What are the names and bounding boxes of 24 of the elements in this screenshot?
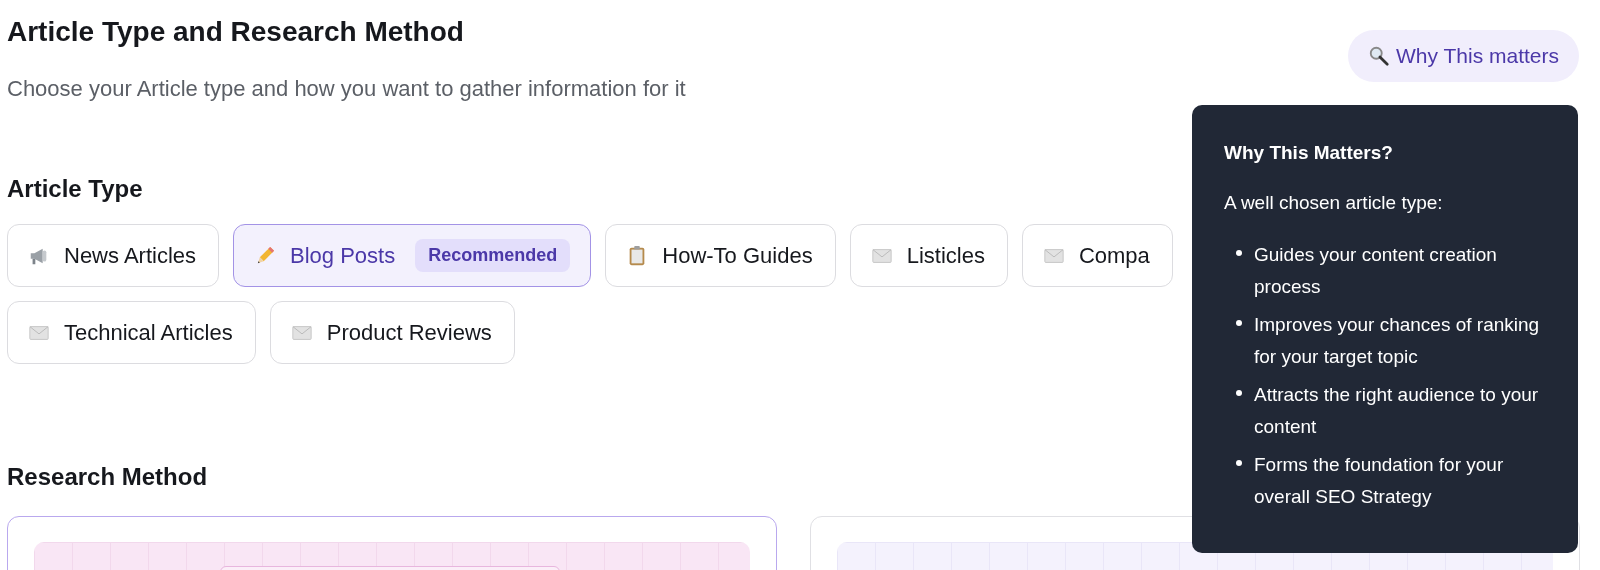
- article-type-option[interactable]: Product Reviews: [269, 301, 515, 364]
- tooltip-point: Forms the foundation for your overall SEO Strategy: [1254, 453, 1505, 509]
- article-type-option[interactable]: How-To Guides: [605, 224, 836, 287]
- article-type-option[interactable]: Compa: [1021, 224, 1173, 287]
- bullet-icon: [1236, 320, 1242, 326]
- search-icon: [1368, 45, 1390, 67]
- section-heading: Article Type: [7, 174, 143, 204]
- section-heading: Research Method: [7, 462, 208, 492]
- page-title: Article Type and Research Method: [7, 16, 465, 48]
- article-type-option[interactable]: News Articles: [7, 224, 220, 287]
- bullet-icon: [1236, 250, 1242, 256]
- bullet-icon: [1236, 390, 1242, 396]
- tooltip-point: Guides your content creation process: [1254, 243, 1498, 299]
- article-type-option[interactable]: Technical Articles: [7, 301, 256, 364]
- tooltip-point: Attracts the right audience to your content: [1254, 383, 1540, 439]
- page-subtitle: Choose your Article type and how you want to gather information for it: [7, 76, 686, 102]
- article-type-option[interactable]: Blog Posts Recommended: [233, 224, 592, 287]
- tooltip-text: A well chosen article type:: [1224, 191, 1444, 215]
- recommended-badge: Recommended: [415, 239, 571, 272]
- tooltip-title: Why This Matters?: [1224, 141, 1394, 165]
- tooltip-point: Improves your chances of ranking for your target topic: [1254, 313, 1541, 369]
- article-type-option[interactable]: Listicles: [849, 224, 1008, 287]
- bullet-icon: [1236, 460, 1242, 466]
- help-button[interactable]: Why This matters: [1348, 30, 1579, 82]
